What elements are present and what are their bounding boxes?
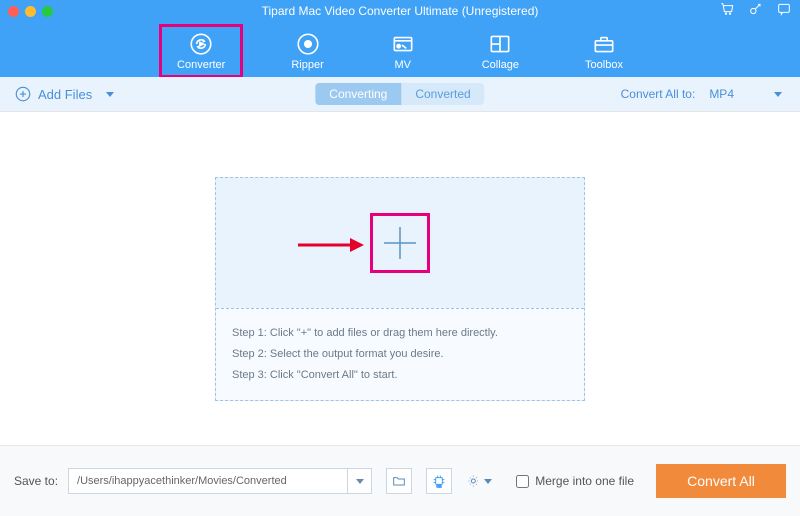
tab-converted[interactable]: Converted [401,83,484,105]
save-to-label: Save to: [14,474,58,488]
step-text: Step 2: Select the output format you des… [232,344,568,365]
convert-all-button[interactable]: Convert All [656,464,786,498]
plus-circle-icon [14,85,32,103]
gpu-accel-button[interactable]: ON [426,468,452,494]
save-path-dropdown[interactable] [348,468,372,494]
add-files-button[interactable]: Add Files [14,85,114,103]
annotation-highlight [159,24,243,78]
save-path-field[interactable]: /Users/ihappyacethinker/Movies/Converted [68,468,348,494]
settings-button[interactable] [466,468,492,494]
nav-collage[interactable]: Collage [474,28,527,74]
add-files-label: Add Files [38,87,92,102]
app-title: Tipard Mac Video Converter Ultimate (Unr… [0,4,800,18]
open-folder-button[interactable] [386,468,412,494]
merge-checkbox[interactable] [516,475,529,488]
window-controls [8,6,53,17]
ripper-icon [295,31,321,57]
annotation-highlight [370,213,430,273]
dropzone[interactable]: Step 1: Click "+" to add files or drag t… [215,177,585,401]
sub-toolbar: Add Files Converting Converted Convert A… [0,77,800,111]
output-format-select[interactable]: MP4 [705,85,786,103]
chevron-down-icon [484,479,492,484]
feedback-icon[interactable] [776,1,792,22]
close-window-button[interactable] [8,6,19,17]
chevron-down-icon [774,92,782,97]
add-files-plus-button[interactable] [372,215,428,271]
instruction-steps: Step 1: Click "+" to add files or drag t… [216,308,584,400]
nav-label: Ripper [291,59,323,71]
nav-converter[interactable]: Converter [169,28,233,74]
chevron-down-icon [356,479,364,484]
nav-mv[interactable]: MV [382,28,424,74]
tab-converting[interactable]: Converting [315,83,401,105]
toolbox-icon [591,31,617,57]
maximize-window-button[interactable] [42,6,53,17]
workspace: Step 1: Click "+" to add files or drag t… [0,111,800,446]
gear-icon [466,473,482,489]
dropzone-upper [216,178,584,308]
minimize-window-button[interactable] [25,6,36,17]
step-text: Step 1: Click "+" to add files or drag t… [232,323,568,344]
step-text: Step 3: Click "Convert All" to start. [232,365,568,386]
nav-ripper[interactable]: Ripper [283,28,331,74]
convert-all-to: Convert All to: MP4 [621,85,786,103]
nav-toolbox[interactable]: Toolbox [577,28,631,74]
save-path-value: /Users/ihappyacethinker/Movies/Converted [77,475,287,487]
folder-icon [391,473,407,489]
titlebar: Tipard Mac Video Converter Ultimate (Unr… [0,0,800,22]
main-nav: Converter Ripper MV Collage Toolbox [0,22,800,77]
status-tabs: Converting Converted [315,83,484,105]
nav-label: Toolbox [585,59,623,71]
collage-icon [487,31,513,57]
key-icon[interactable] [748,1,764,22]
chevron-down-icon [106,92,114,97]
title-actions [720,1,792,22]
footer-bar: Save to: /Users/ihappyacethinker/Movies/… [0,446,800,516]
nav-label: Collage [482,59,519,71]
format-value: MP4 [709,87,734,101]
merge-checkbox-wrap[interactable]: Merge into one file [516,474,634,488]
annotation-arrow-icon [296,233,366,257]
nav-label: MV [394,59,411,71]
chip-icon: ON [431,473,447,489]
merge-label: Merge into one file [535,474,634,488]
svg-text:ON: ON [437,485,443,489]
cart-icon[interactable] [720,1,736,22]
mv-icon [390,31,416,57]
convert-all-to-label: Convert All to: [621,87,696,101]
